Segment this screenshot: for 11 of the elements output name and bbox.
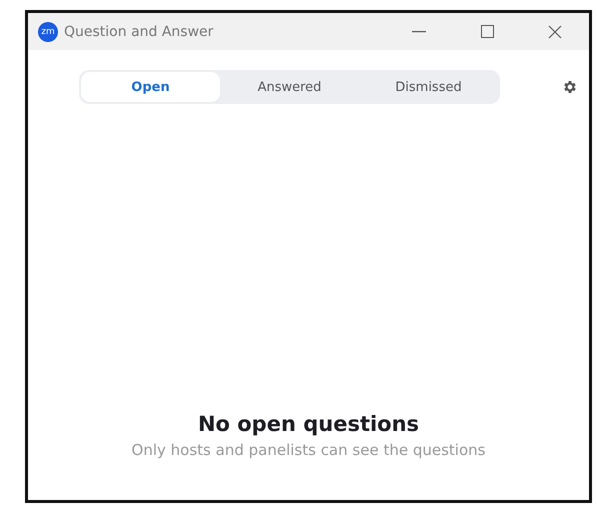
app-logo: zm — [38, 22, 58, 42]
empty-state-message: Only hosts and panelists can see the questions — [130, 440, 486, 461]
tab[interactable]: Open — [81, 72, 220, 102]
minimize-icon — [412, 30, 426, 32]
tab[interactable]: Dismissed — [359, 72, 498, 102]
maximize-icon — [480, 25, 494, 38]
empty-state-heading: No open questions — [198, 412, 420, 436]
settings-icon[interactable] — [562, 79, 578, 95]
window-title: Question and Answer — [64, 24, 214, 40]
close-icon — [548, 24, 562, 38]
tab[interactable]: Answered — [220, 72, 359, 102]
